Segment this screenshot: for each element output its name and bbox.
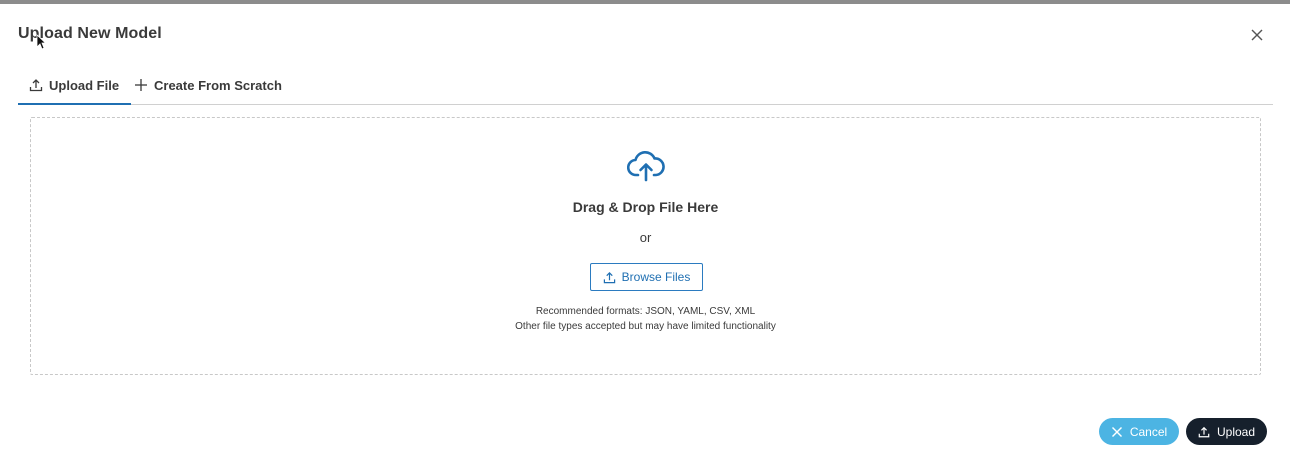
browse-files-button[interactable]: Browse Files — [590, 263, 703, 291]
tab-create-from-scratch-label: Create From Scratch — [154, 77, 282, 93]
cancel-button[interactable]: Cancel — [1099, 418, 1179, 445]
other-file-types-text: Other file types accepted but may have l… — [515, 321, 776, 332]
upload-model-dialog: Upload New Model Upload File Create From… — [0, 0, 1290, 457]
close-icon — [1111, 426, 1123, 438]
mouse-cursor-icon — [36, 34, 47, 50]
upload-icon — [1198, 426, 1210, 438]
recommended-formats-text: Recommended formats: JSON, YAML, CSV, XM… — [535, 306, 756, 317]
upload-icon — [29, 78, 43, 92]
cancel-label: Cancel — [1129, 424, 1168, 439]
plus-icon — [134, 78, 148, 92]
upload-button[interactable]: Upload — [1186, 418, 1267, 445]
dropzone-title: Drag & Drop File Here — [572, 199, 719, 215]
cloud-upload-icon — [626, 148, 665, 182]
tab-upload-file[interactable]: Upload File — [18, 67, 132, 105]
tab-create-from-scratch[interactable]: Create From Scratch — [134, 67, 282, 103]
tab-bar: Upload File Create From Scratch — [18, 67, 1273, 105]
close-icon — [1251, 29, 1263, 41]
close-button[interactable] — [1250, 28, 1264, 42]
upload-icon — [603, 271, 616, 284]
upload-label: Upload — [1216, 424, 1256, 439]
file-dropzone[interactable]: Drag & Drop File Here or Browse Files Re… — [30, 117, 1261, 375]
dropzone-or-text: or — [639, 230, 652, 245]
browse-files-label: Browse Files — [621, 270, 691, 284]
tab-upload-file-label: Upload File — [49, 77, 120, 93]
